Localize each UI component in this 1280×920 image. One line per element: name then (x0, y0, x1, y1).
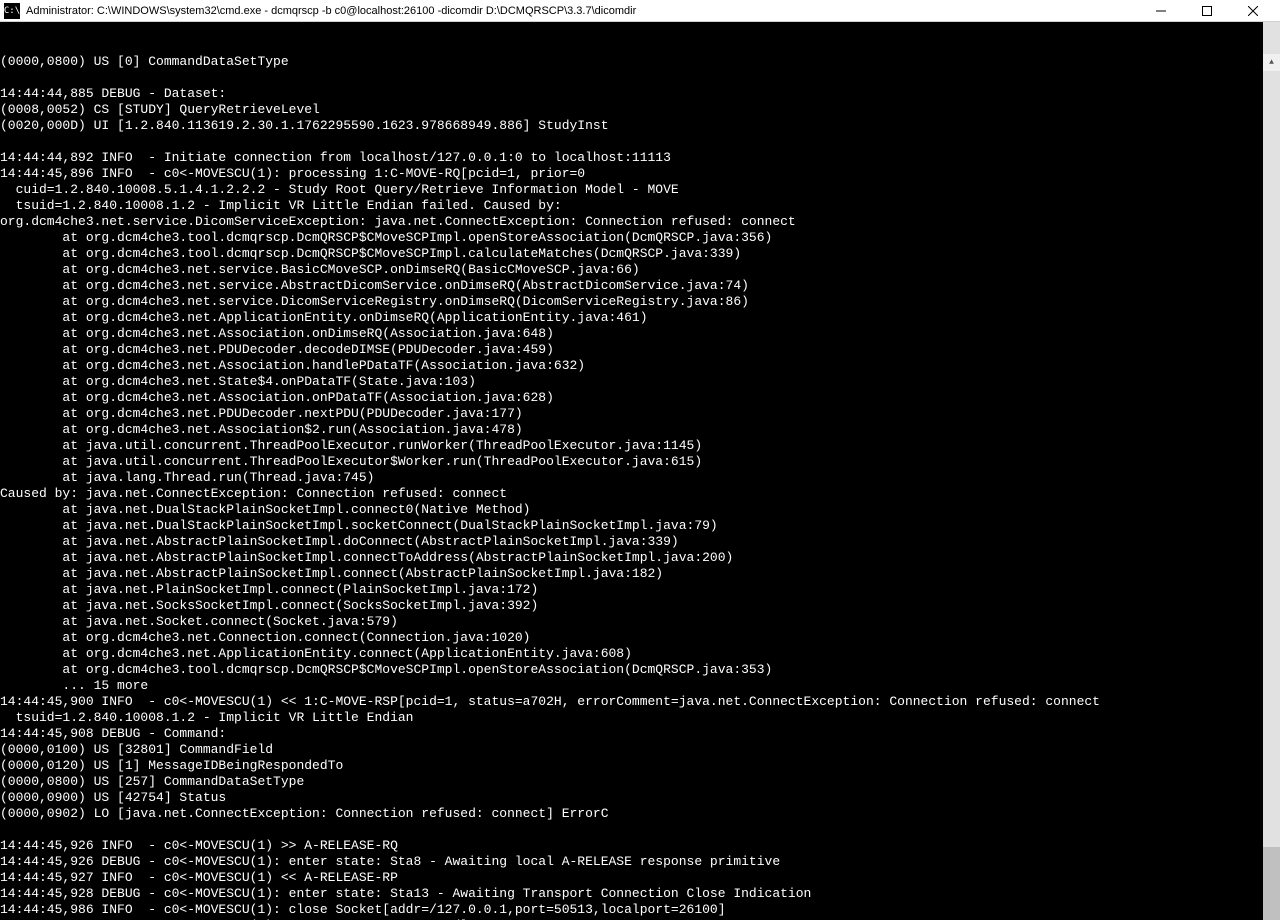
minimize-icon (1156, 6, 1166, 16)
scroll-track[interactable] (1263, 103, 1280, 920)
close-icon (1248, 6, 1258, 16)
maximize-icon (1202, 6, 1212, 16)
window-controls (1138, 0, 1276, 22)
maximize-button[interactable] (1184, 0, 1230, 22)
window-titlebar: C:\ Administrator: C:\WINDOWS\system32\c… (0, 0, 1280, 22)
terminal-output: (0000,0800) US [0] CommandDataSetType 14… (0, 54, 1263, 920)
terminal-scrollbar[interactable]: ▲ ▼ (1263, 22, 1280, 920)
close-button[interactable] (1230, 0, 1276, 22)
cmd-icon: C:\ (4, 3, 20, 19)
scroll-thumb[interactable] (1263, 847, 1280, 920)
terminal-area[interactable]: (0000,0800) US [0] CommandDataSetType 14… (0, 22, 1280, 920)
window-title: Administrator: C:\WINDOWS\system32\cmd.e… (26, 5, 1138, 17)
scroll-up-arrow[interactable]: ▲ (1263, 54, 1280, 71)
minimize-button[interactable] (1138, 0, 1184, 22)
cmd-icon-label: C:\ (4, 6, 20, 16)
